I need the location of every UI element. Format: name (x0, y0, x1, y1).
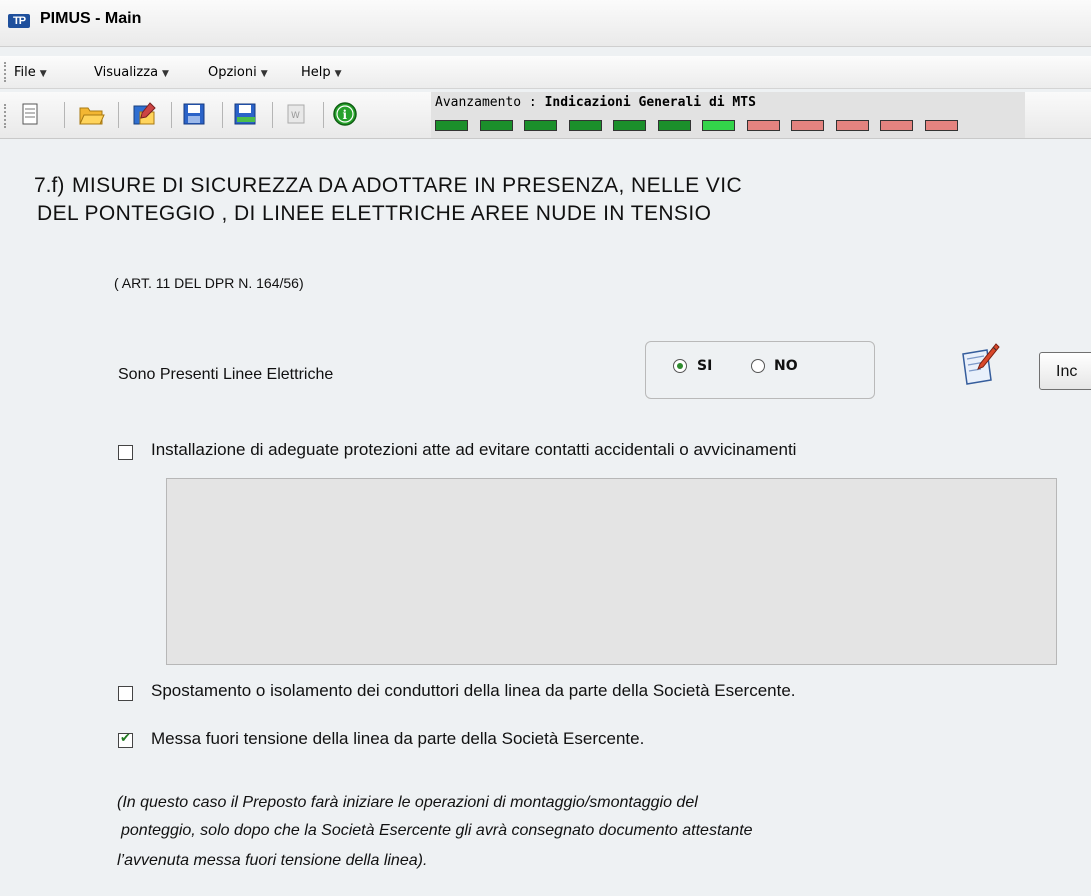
progress-cell-done (435, 120, 468, 131)
toolbar-separator (222, 102, 223, 128)
progress-cell-done (479, 120, 513, 131)
toolbar-grip[interactable] (4, 104, 9, 128)
edit-notes-icon[interactable] (960, 342, 1000, 386)
progress-cell-todo (835, 120, 869, 131)
title-bar: TP PIMUS - Main (0, 0, 1091, 47)
save-icon[interactable] (180, 100, 208, 128)
toolbar-separator (323, 102, 324, 128)
progress-cell-done (613, 120, 646, 131)
progress-cell-done (524, 120, 557, 131)
section-reference: ( ART. 11 DEL DPR N. 164/56) (114, 275, 304, 291)
measure-checkbox[interactable] (118, 731, 133, 748)
svg-text:W: W (291, 111, 300, 121)
progress-cell-todo (746, 120, 780, 131)
open-folder-icon[interactable] (77, 100, 105, 128)
radio-si[interactable] (673, 359, 687, 373)
radio-no[interactable] (751, 359, 765, 373)
note-line: l’avvenuta messa fuori tensione della li… (117, 852, 428, 869)
menu-visualizza[interactable]: Visualizza ▼ (94, 65, 169, 80)
toolbar-separator (272, 102, 273, 128)
window-title: PIMUS - Main (40, 10, 142, 27)
note-line: (In questo caso il Preposto farà iniziar… (117, 794, 698, 811)
section-number: 7.f) (34, 174, 65, 197)
toolbar-separator (118, 102, 119, 128)
progress-cell-done (657, 120, 691, 131)
toolbar-separator (64, 102, 65, 128)
progress-cell-todo (880, 120, 913, 131)
menu-bar: File ▼ Visualizza ▼ Opzioni ▼ Help ▼ (0, 56, 1091, 89)
section-heading-line: DEL PONTEGGIO , DI LINEE ELETTRICHE AREE… (37, 202, 712, 225)
measure-label[interactable]: Messa fuori tensione della linea da part… (151, 729, 644, 749)
protections-textarea[interactable] (166, 478, 1057, 665)
progress-cell-done (568, 120, 602, 131)
indications-button[interactable]: Inc (1039, 352, 1091, 390)
svg-text:i: i (343, 108, 348, 122)
yes-no-radio-group: SI NO (645, 341, 875, 399)
radio-no-label[interactable]: NO (774, 358, 798, 374)
menu-grip[interactable] (4, 62, 9, 82)
progress-cell-todo (791, 120, 824, 131)
info-icon[interactable]: i (331, 100, 359, 128)
new-document-icon[interactable] (16, 100, 44, 128)
save-as-icon[interactable] (231, 100, 259, 128)
menu-help[interactable]: Help ▼ (301, 65, 342, 80)
menu-file[interactable]: File ▼ (14, 65, 47, 80)
radio-si-label[interactable]: SI (697, 358, 712, 374)
progress-cell-current (702, 120, 735, 131)
word-export-icon[interactable]: W (282, 100, 310, 128)
app-logo: TP (8, 14, 30, 28)
measure-label[interactable]: Installazione di adeguate protezioni att… (151, 440, 796, 460)
measure-checkbox[interactable] (118, 686, 133, 701)
toolbar: W i Avanzamento : Indicazioni Generali d… (0, 92, 1091, 139)
measure-label[interactable]: Spostamento o isolamento dei conduttori … (151, 681, 796, 701)
progress-cell-todo (924, 120, 958, 131)
edit-document-icon[interactable] (130, 100, 158, 128)
section-heading-line: MISURE DI SICUREZZA DA ADOTTARE IN PRESE… (72, 174, 743, 197)
power-lines-question: Sono Presenti Linee Elettriche (118, 366, 334, 383)
progress-panel: Avanzamento : Indicazioni Generali di MT… (431, 92, 1025, 138)
menu-opzioni[interactable]: Opzioni ▼ (208, 65, 268, 80)
measure-checkbox[interactable] (118, 445, 133, 460)
section-heading: MISURE DI SICUREZZA DA ADOTTARE IN PRESE… (37, 172, 743, 228)
progress-label: Avanzamento : Indicazioni Generali di MT… (435, 95, 756, 110)
toolbar-separator (171, 102, 172, 128)
note-line: ponteggio, solo dopo che la Società Eser… (121, 822, 753, 839)
